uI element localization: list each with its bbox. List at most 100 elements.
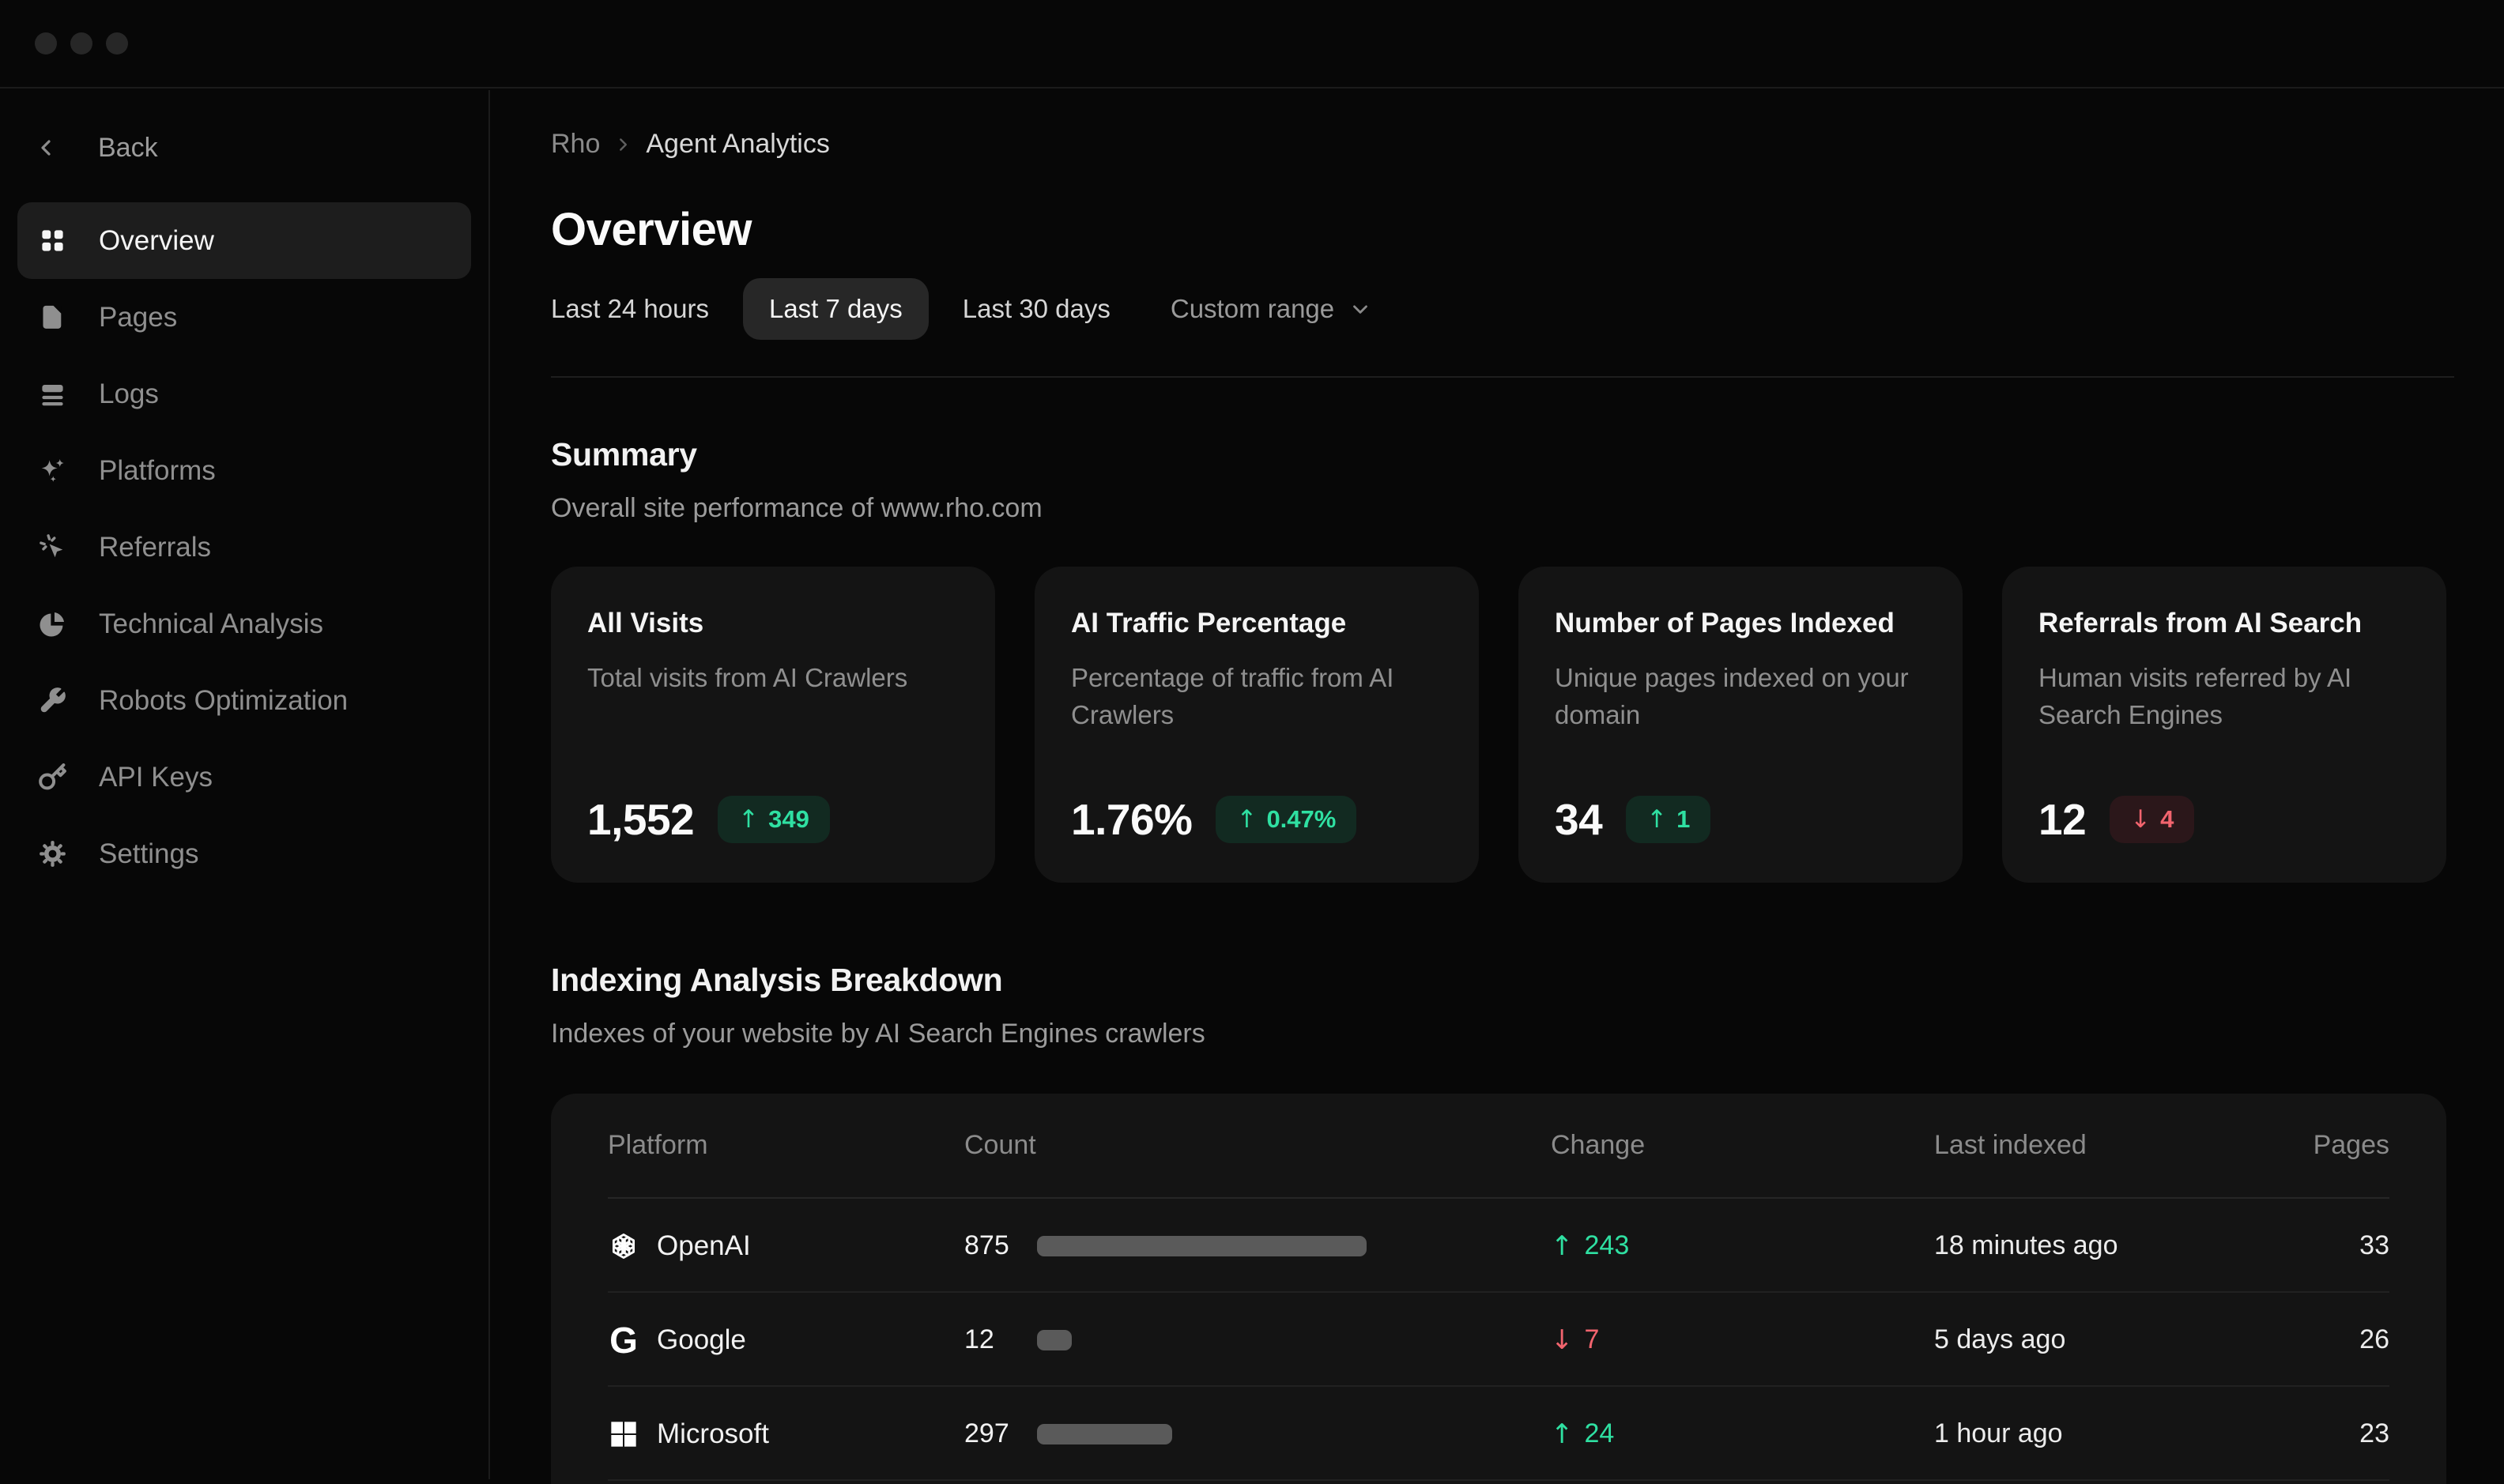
change-value: ↓ 7 bbox=[1551, 1324, 1934, 1356]
tab-last-30-days[interactable]: Last 30 days bbox=[937, 278, 1137, 340]
tab-last-7-days[interactable]: Last 7 days bbox=[743, 278, 929, 340]
column-header-platform: Platform bbox=[608, 1130, 964, 1161]
pages-value: 23 bbox=[2279, 1418, 2389, 1449]
sidebar-item-technical-analysis[interactable]: Technical Analysis bbox=[17, 586, 471, 662]
microsoft-logo-icon bbox=[608, 1418, 639, 1450]
card-description: Percentage of traffic from AI Crawlers bbox=[1071, 660, 1442, 734]
sidebar-item-label: Settings bbox=[99, 838, 198, 870]
card-title: AI Traffic Percentage bbox=[1071, 608, 1442, 639]
count-value: 297 bbox=[964, 1418, 1037, 1449]
pages-value: 26 bbox=[2279, 1324, 2389, 1355]
wrench-icon bbox=[38, 686, 67, 715]
platform-name: Microsoft bbox=[657, 1418, 769, 1450]
openai-logo-icon bbox=[608, 1230, 639, 1262]
stat-card-ai-traffic-percentage: AI Traffic Percentage Percentage of traf… bbox=[1035, 567, 1479, 883]
chevron-left-icon bbox=[33, 135, 58, 160]
main-content: Rho Agent Analytics Overview Last 24 hou… bbox=[492, 90, 2504, 1479]
sidebar-item-api-keys[interactable]: API Keys bbox=[17, 739, 471, 815]
grid-icon bbox=[38, 226, 67, 255]
window-control-dot[interactable] bbox=[35, 32, 57, 55]
gear-icon bbox=[38, 839, 67, 868]
tab-last-24-hours[interactable]: Last 24 hours bbox=[551, 278, 735, 340]
summary-cards: All Visits Total visits from AI Crawlers… bbox=[551, 567, 2504, 883]
page-title: Overview bbox=[551, 204, 2504, 257]
sparkles-icon bbox=[38, 456, 67, 485]
table-row[interactable]: G Google 12 ↓ 7 5 days ago 26 bbox=[551, 1293, 2446, 1387]
sidebar-item-platforms[interactable]: Platforms bbox=[17, 432, 471, 509]
delta-value: 1 bbox=[1676, 805, 1690, 834]
click-burst-icon bbox=[38, 533, 67, 562]
breadcrumb-root[interactable]: Rho bbox=[551, 129, 600, 160]
count-bar bbox=[1037, 1424, 1172, 1444]
arrow-up-icon: ↑ bbox=[1551, 1230, 1574, 1262]
window-control-dot[interactable] bbox=[70, 32, 92, 55]
window-control-dot[interactable] bbox=[106, 32, 128, 55]
indexing-heading: Indexing Analysis Breakdown bbox=[551, 962, 2504, 999]
back-label: Back bbox=[98, 133, 158, 164]
time-range-tabs: Last 24 hours Last 7 days Last 30 days C… bbox=[551, 278, 2504, 340]
stat-card-pages-indexed: Number of Pages Indexed Unique pages ind… bbox=[1518, 567, 1963, 883]
chevron-down-icon bbox=[1348, 297, 1372, 321]
last-indexed-value: 1 hour ago bbox=[1934, 1418, 2279, 1449]
indexing-table-panel: Platform Count Change Last indexed Pages bbox=[551, 1094, 2446, 1484]
chevron-right-icon bbox=[613, 134, 633, 155]
delta-badge: ↑ 0.47% bbox=[1216, 796, 1356, 843]
document-icon bbox=[38, 303, 67, 332]
arrow-up-icon: ↑ bbox=[1551, 1418, 1574, 1450]
table-row[interactable]: Microsoft 297 ↑ 24 1 hour ago 23 bbox=[551, 1387, 2446, 1481]
column-header-change: Change bbox=[1551, 1130, 1934, 1161]
count-value: 875 bbox=[964, 1230, 1037, 1261]
arrow-down-icon: ↓ bbox=[1551, 1324, 1574, 1356]
last-indexed-value: 18 minutes ago bbox=[1934, 1230, 2279, 1261]
delta-badge: ↑ 349 bbox=[718, 796, 830, 843]
delta-value: 349 bbox=[768, 805, 809, 834]
summary-subheading: Overall site performance of www.rho.com bbox=[551, 492, 2504, 524]
sidebar-nav: Overview Pages Logs Platforms Referrals bbox=[0, 202, 488, 892]
card-description: Human visits referred by AI Search Engin… bbox=[2038, 660, 2410, 734]
sidebar-item-logs[interactable]: Logs bbox=[17, 356, 471, 432]
stat-card-all-visits: All Visits Total visits from AI Crawlers… bbox=[551, 567, 995, 883]
column-header-count: Count bbox=[964, 1130, 1551, 1161]
arrow-down-icon: ↓ bbox=[2130, 805, 2151, 834]
arrow-up-icon: ↑ bbox=[738, 805, 759, 834]
sidebar-item-pages[interactable]: Pages bbox=[17, 279, 471, 356]
window-titlebar bbox=[0, 0, 2504, 89]
sidebar-item-label: Technical Analysis bbox=[99, 608, 323, 640]
card-value: 1.76% bbox=[1071, 794, 1192, 845]
sidebar: Back Overview Pages Logs Platforms bbox=[0, 90, 490, 1479]
sidebar-item-label: Logs bbox=[99, 379, 159, 410]
last-indexed-value: 5 days ago bbox=[1934, 1324, 2279, 1355]
sidebar-item-robots-optimization[interactable]: Robots Optimization bbox=[17, 662, 471, 739]
column-header-pages: Pages bbox=[2279, 1130, 2389, 1161]
table-header-row: Platform Count Change Last indexed Pages bbox=[551, 1094, 2446, 1197]
delta-value: 0.47% bbox=[1266, 805, 1336, 834]
delta-badge: ↑ 1 bbox=[1626, 796, 1710, 843]
custom-range-label: Custom range bbox=[1171, 294, 1334, 324]
sidebar-item-settings[interactable]: Settings bbox=[17, 815, 471, 892]
card-value: 12 bbox=[2038, 794, 2086, 845]
delta-badge: ↓ 4 bbox=[2110, 796, 2194, 843]
table-row[interactable]: OpenAI 875 ↑ 243 18 minutes ago 33 bbox=[551, 1199, 2446, 1293]
arrow-up-icon: ↑ bbox=[1236, 805, 1257, 834]
card-description: Total visits from AI Crawlers bbox=[587, 660, 959, 697]
sidebar-item-label: API Keys bbox=[99, 762, 213, 793]
sidebar-item-overview[interactable]: Overview bbox=[17, 202, 471, 279]
platform-name: OpenAI bbox=[657, 1230, 751, 1262]
change-value: ↑ 24 bbox=[1551, 1418, 1934, 1450]
arrow-up-icon: ↑ bbox=[1646, 805, 1667, 834]
count-bar bbox=[1037, 1236, 1367, 1256]
sidebar-item-label: Platforms bbox=[99, 455, 216, 487]
summary-heading: Summary bbox=[551, 436, 2504, 473]
card-description: Unique pages indexed on your domain bbox=[1555, 660, 1926, 734]
breadcrumb-current[interactable]: Agent Analytics bbox=[646, 129, 829, 160]
sidebar-item-referrals[interactable]: Referrals bbox=[17, 509, 471, 586]
back-button[interactable]: Back bbox=[0, 119, 488, 176]
key-icon bbox=[38, 763, 67, 792]
platform-name: Google bbox=[657, 1324, 746, 1356]
section-divider bbox=[551, 376, 2454, 378]
sidebar-item-label: Referrals bbox=[99, 532, 211, 563]
stat-card-referrals-ai-search: Referrals from AI Search Human visits re… bbox=[2002, 567, 2446, 883]
custom-range-dropdown[interactable]: Custom range bbox=[1145, 278, 1398, 340]
count-value: 12 bbox=[964, 1324, 1037, 1355]
card-title: Referrals from AI Search bbox=[2038, 608, 2410, 639]
